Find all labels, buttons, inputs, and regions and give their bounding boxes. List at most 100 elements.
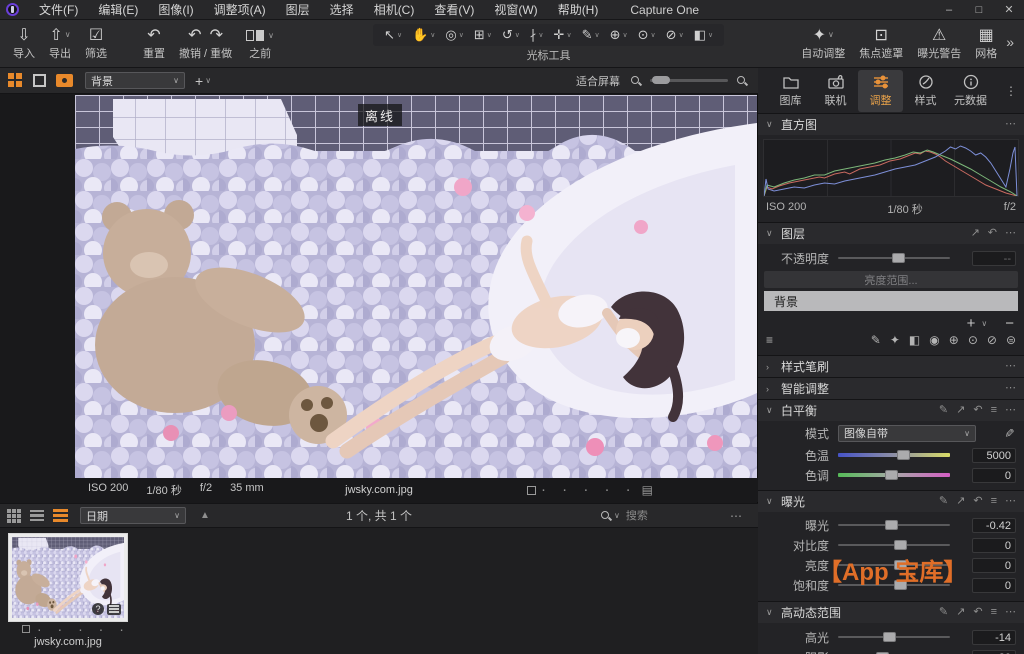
menu-layers[interactable]: 图层 [276, 0, 320, 20]
copy-adjustments-icon[interactable]: ↗ [956, 607, 965, 618]
menu-view[interactable]: 查看(V) [424, 0, 484, 20]
export-button[interactable]: ⇧∨ 导出 [42, 20, 78, 67]
histogram-header[interactable]: ∨ 直方图 ⋯ [758, 114, 1024, 135]
thumbnail[interactable]: ? [8, 533, 128, 622]
color-tag-icon[interactable] [527, 486, 536, 495]
exposure-slider[interactable] [838, 519, 950, 531]
add-layer-button[interactable]: + [967, 315, 976, 332]
presets-icon[interactable]: ≡ [991, 405, 997, 416]
crop-tool[interactable]: ⊞∨ [469, 25, 497, 45]
highlights-slider[interactable] [838, 631, 950, 643]
help-badge-icon[interactable]: ? [92, 603, 104, 615]
exposure-warning-button[interactable]: ⚠ 曝光警告 [910, 20, 968, 67]
tab-library[interactable]: 图库 [768, 70, 813, 112]
magic-mask-icon[interactable]: ✦ [890, 333, 900, 347]
before-after-button[interactable]: ∨ 之前 [239, 20, 281, 67]
zoom-slider[interactable] [650, 79, 728, 82]
copy-adjustments-icon[interactable]: ↗ [956, 496, 965, 507]
exposure-header[interactable]: ∨ 曝光 ✎ ↗ ↶ ≡ ⋯ [758, 491, 1024, 512]
clone-tool[interactable]: ⊙∨ [633, 25, 661, 45]
maximize-button[interactable]: □ [964, 0, 994, 20]
more-icon[interactable]: ⋯ [1005, 119, 1016, 130]
menu-window[interactable]: 视窗(W) [484, 0, 547, 20]
reset-adjustments-icon[interactable]: ↶ [973, 607, 982, 618]
add-layer-button[interactable]: +∨ [195, 73, 211, 89]
menu-image[interactable]: 图像(I) [148, 0, 203, 20]
single-view-button[interactable] [33, 74, 46, 87]
temperature-slider[interactable] [838, 449, 950, 461]
brush-icon[interactable]: ✎ [939, 607, 948, 618]
more-icon[interactable]: ⋯ [1005, 228, 1016, 239]
wb-mode-select[interactable]: 图像自带 ∨ [838, 425, 976, 442]
select-tool[interactable]: ↖∨ [379, 25, 407, 45]
copy-adjustments-icon[interactable]: ↗ [956, 405, 965, 416]
color-picker-tool[interactable]: ✛∨ [549, 25, 577, 45]
search-box[interactable]: ∨ [600, 510, 696, 522]
menu-help[interactable]: 帮助(H) [548, 0, 609, 20]
minimize-button[interactable]: – [934, 0, 964, 20]
tint-slider-knob[interactable] [885, 470, 898, 480]
opacity-slider-knob[interactable] [892, 253, 905, 263]
toolbar-overflow-button[interactable]: » [1004, 34, 1020, 54]
brush-icon[interactable]: ✎ [939, 405, 948, 416]
menu-adjustments[interactable]: 调整项(A) [204, 0, 276, 20]
shadows-value[interactable]: 20 [972, 650, 1016, 654]
draw-mask-icon[interactable]: ✎ [871, 333, 881, 347]
brightness-value[interactable]: 0 [972, 558, 1016, 573]
browser-filmstrip-view-button[interactable] [53, 509, 68, 522]
thumbnail-rating[interactable]: · · · · · [22, 625, 130, 633]
metadata-badge-icon[interactable] [107, 604, 121, 615]
menu-select[interactable]: 选择 [320, 0, 364, 20]
browser-more-button[interactable]: ⋯ [730, 509, 742, 523]
heal-icon[interactable]: ⊕ [949, 333, 959, 347]
brush-icon[interactable]: ✎ [939, 496, 948, 507]
temperature-slider-knob[interactable] [897, 450, 910, 460]
layers-header[interactable]: ∨ 图层 ↗ ↶ ⋯ [758, 223, 1024, 244]
menu-edit[interactable]: 编辑(E) [88, 0, 148, 20]
wb-eyedropper-icon[interactable]: ✎ [1002, 428, 1016, 438]
viewer-layer-select[interactable]: 背景 ∨ [85, 72, 185, 89]
copy-adjustments-icon[interactable]: ↗ [971, 228, 980, 239]
remove-layer-button[interactable]: − [1005, 315, 1014, 332]
focus-mask-button[interactable]: ⊡ 焦点遮罩 [852, 20, 910, 67]
tab-adjustments[interactable]: 调整 [858, 70, 903, 112]
white-balance-header[interactable]: ∨ 白平衡 ✎ ↗ ↶ ≡ ⋯ [758, 400, 1024, 421]
contrast-slider-knob[interactable] [894, 540, 907, 550]
exposure-value[interactable]: -0.42 [972, 518, 1016, 533]
star-rating[interactable]: · · · · · [541, 485, 637, 495]
more-icon[interactable]: ⋯ [1005, 496, 1016, 507]
loupe-tool[interactable]: ◎∨ [440, 25, 468, 45]
tab-capture[interactable]: 联机 [813, 70, 858, 112]
proof-view-button[interactable] [56, 74, 73, 87]
mask-options-icon[interactable]: ≡ [766, 333, 773, 347]
exposure-slider-knob[interactable] [885, 520, 898, 530]
highlights-value[interactable]: -14 [972, 630, 1016, 645]
zoom-in-icon[interactable] [736, 75, 748, 87]
luma-range-button[interactable]: 亮度范围... [764, 271, 1018, 288]
gradient-mask-icon[interactable]: ◧ [909, 333, 920, 347]
presets-icon[interactable]: ≡ [991, 496, 997, 507]
color-tag-icon[interactable] [22, 625, 30, 633]
browser-list-view-button[interactable] [30, 510, 44, 522]
search-input[interactable] [626, 510, 696, 522]
hdr-header[interactable]: ∨ 高动态范围 ✎ ↗ ↶ ≡ ⋯ [758, 602, 1024, 623]
more-icon[interactable]: ⋯ [1005, 405, 1016, 416]
erase-mask-tool[interactable]: ⊘∨ [661, 25, 689, 45]
heal-tool[interactable]: ⊕∨ [605, 25, 633, 45]
more-icon[interactable]: ⋯ [1005, 607, 1016, 618]
browser-grid-view-button[interactable] [7, 509, 21, 523]
contrast-value[interactable]: 0 [972, 538, 1016, 553]
erase-mask-icon[interactable]: ⊘ [987, 333, 997, 347]
gradient-mask-tool[interactable]: ◧∨ [689, 25, 718, 45]
menu-camera[interactable]: 相机(C) [364, 0, 425, 20]
reset-button[interactable]: ↶ 重置 [136, 20, 172, 67]
temperature-value[interactable]: 5000 [972, 448, 1016, 463]
style-brushes-header[interactable]: › 样式笔刷 ⋯ [758, 356, 1024, 377]
presets-icon[interactable]: ≡ [991, 607, 997, 618]
undo-redo-button[interactable]: ↶↷ 撤销 / 重做 [172, 20, 239, 67]
zoom-out-icon[interactable] [630, 75, 642, 87]
zoom-slider-knob[interactable] [652, 76, 670, 84]
reset-adjustments-icon[interactable]: ↶ [973, 405, 982, 416]
viewer-photo[interactable]: 离线 [75, 95, 757, 478]
contrast-slider[interactable] [838, 539, 950, 551]
